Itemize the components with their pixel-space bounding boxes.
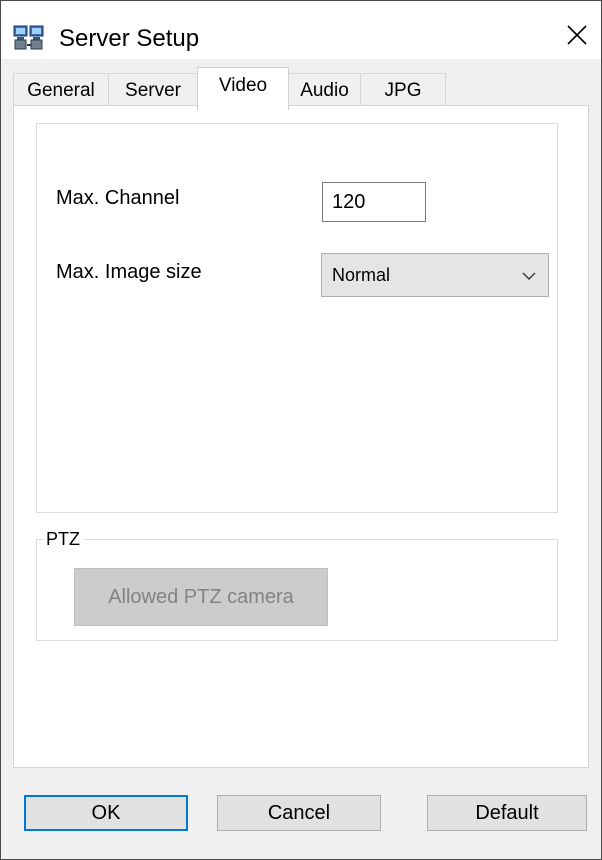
max-channel-input[interactable]: 120 [322,182,426,222]
ok-button[interactable]: OK [24,795,188,831]
tab-jpg[interactable]: JPG [360,73,446,107]
max-image-size-label: Max. Image size [56,261,202,283]
ptz-group-label: PTZ [43,528,85,550]
server-setup-icon [13,25,45,51]
tab-video[interactable]: Video [197,67,289,110]
max-image-size-select[interactable]: Normal [321,253,549,297]
default-button[interactable]: Default [427,795,587,831]
max-channel-label: Max. Channel [56,187,180,209]
video-tab-page: Max. Channel 120 Max. Image size Normal … [13,105,589,768]
video-settings-group: Max. Channel 120 Max. Image size Normal [36,123,558,513]
chevron-down-icon [522,269,536,283]
ptz-group: PTZ Allowed PTZ camera [36,528,558,641]
title-bar: Server Setup [1,1,601,59]
close-icon [566,24,588,51]
tab-general[interactable]: General [13,73,109,107]
cancel-button[interactable]: Cancel [217,795,381,831]
max-image-size-value: Normal [332,265,391,285]
tab-audio[interactable]: Audio [288,73,361,107]
server-setup-dialog: Server Setup General Server Video Audio … [0,0,602,860]
window-title: Server Setup [59,25,200,52]
tab-server[interactable]: Server [108,73,198,107]
allowed-ptz-camera-button[interactable]: Allowed PTZ camera [74,568,328,626]
close-button[interactable] [553,15,601,59]
